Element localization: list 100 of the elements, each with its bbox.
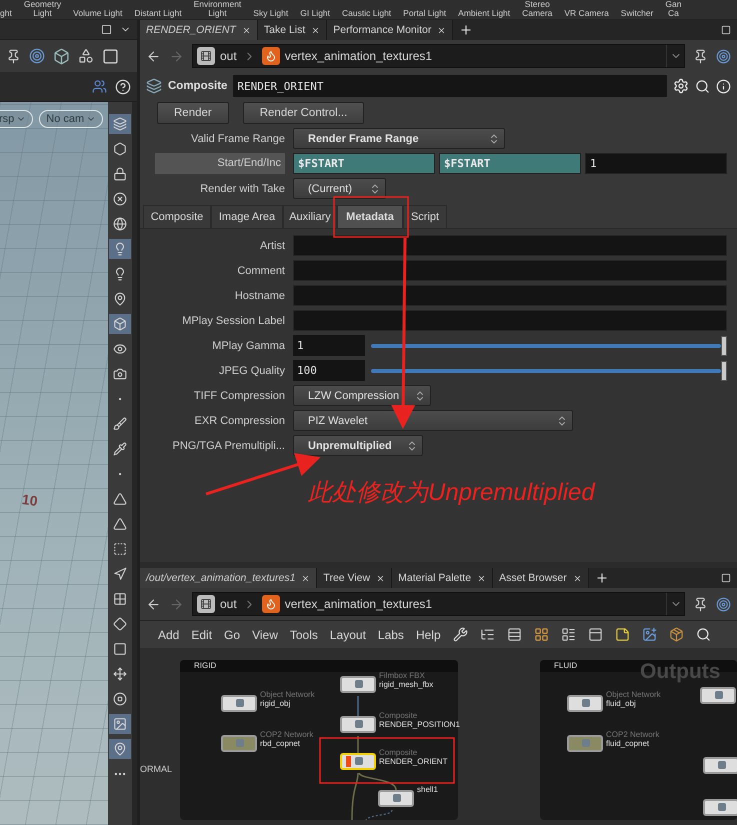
- shelf-tool[interactable]: GI Light: [300, 9, 330, 18]
- shelf-tool[interactable]: Volume Light: [73, 9, 122, 18]
- render-button[interactable]: Render: [157, 102, 229, 124]
- search-icon[interactable]: [696, 627, 711, 642]
- pane-tab[interactable]: Performance Monitor: [327, 20, 454, 40]
- close-icon[interactable]: [376, 574, 386, 582]
- dropdown-menu[interactable]: Render Frame Range: [293, 128, 505, 149]
- pane-tab[interactable]: /out/vertex_animation_textures1: [140, 568, 318, 588]
- tree-icon[interactable]: [480, 627, 495, 642]
- package-icon[interactable]: [668, 627, 684, 642]
- network-canvas[interactable]: [140, 648, 737, 825]
- layers-icon[interactable]: [146, 78, 162, 94]
- square-icon[interactable]: [102, 48, 119, 64]
- text-field[interactable]: [293, 260, 727, 281]
- network-node[interactable]: [703, 799, 737, 816]
- menu-item[interactable]: Tools: [290, 628, 318, 642]
- pane-tab[interactable]: Tree View: [317, 568, 392, 588]
- slider[interactable]: [371, 360, 727, 380]
- menu-item[interactable]: Go: [224, 628, 240, 642]
- settings-icon[interactable]: [673, 78, 689, 94]
- path-segment[interactable]: vertex_animation_textures1: [262, 47, 432, 65]
- node-name-field[interactable]: RENDER_ORIENT: [233, 75, 667, 97]
- pane-tab[interactable]: Material Palette: [392, 568, 494, 588]
- slider-thumb[interactable]: [721, 360, 727, 380]
- network-node[interactable]: [340, 753, 376, 770]
- network-node[interactable]: [221, 735, 257, 752]
- close-icon[interactable]: [572, 574, 582, 582]
- menu-item[interactable]: Labs: [378, 628, 404, 642]
- viewport-tool[interactable]: [109, 714, 131, 734]
- pane-tab[interactable]: Asset Browser: [493, 568, 589, 588]
- input-field[interactable]: 1: [585, 153, 727, 174]
- shelf-tool[interactable]: Distant Light: [134, 9, 182, 18]
- network-node[interactable]: [700, 687, 736, 704]
- shelf-tool[interactable]: Portal Light: [403, 9, 446, 18]
- text-field[interactable]: [293, 285, 727, 306]
- number-field[interactable]: 100: [293, 360, 365, 381]
- section-tab[interactable]: Auxiliary: [283, 205, 337, 228]
- shelf-tool[interactable]: ght: [0, 9, 12, 18]
- info-icon[interactable]: [716, 78, 731, 94]
- sticky-note-icon[interactable]: [614, 627, 630, 642]
- viewport-tool[interactable]: [109, 314, 131, 334]
- rows-icon[interactable]: [506, 627, 522, 642]
- network-node[interactable]: [567, 735, 603, 752]
- section-tab[interactable]: Image Area: [211, 205, 283, 228]
- camera-menu[interactable]: rsp: [0, 110, 34, 128]
- section-tab[interactable]: Metadata: [337, 205, 403, 228]
- camera-menu[interactable]: No cam: [39, 110, 104, 128]
- path-segment[interactable]: out: [197, 47, 237, 65]
- cube-icon[interactable]: [53, 48, 70, 64]
- shelf-tool[interactable]: Sky Light: [253, 9, 288, 18]
- section-tab[interactable]: Composite: [143, 205, 211, 228]
- path-segment[interactable]: out: [197, 595, 237, 613]
- path-field[interactable]: out vertex_animation_textures1: [192, 44, 685, 68]
- square-icon[interactable]: [101, 24, 112, 35]
- users-icon[interactable]: [92, 79, 107, 94]
- image-plus-icon[interactable]: [642, 627, 657, 642]
- menu-item[interactable]: Layout: [330, 628, 366, 642]
- viewport[interactable]: rsp No cam 10: [0, 102, 108, 825]
- close-icon[interactable]: [477, 574, 486, 582]
- number-field[interactable]: 1: [293, 335, 365, 356]
- shelf-tool[interactable]: Stereo Camera: [522, 0, 552, 18]
- shelf-tool[interactable]: Environment Light: [194, 0, 242, 18]
- close-icon[interactable]: [311, 26, 320, 34]
- menu-item[interactable]: Help: [416, 628, 441, 642]
- menu-item[interactable]: Add: [158, 628, 180, 642]
- network-node[interactable]: [340, 716, 376, 733]
- text-field[interactable]: [293, 310, 727, 331]
- dropdown-menu[interactable]: (Current): [293, 178, 386, 199]
- target-icon[interactable]: [29, 48, 45, 64]
- shelf-tool[interactable]: Ambient Light: [458, 9, 510, 18]
- wrench-icon[interactable]: [452, 627, 468, 642]
- pane-tab[interactable]: Take List: [258, 20, 328, 40]
- pin-icon[interactable]: [693, 48, 708, 64]
- menu-item[interactable]: Edit: [191, 628, 212, 642]
- viewport-tool[interactable]: [109, 114, 131, 134]
- close-icon[interactable]: [301, 574, 310, 582]
- render-button[interactable]: Render Control...: [242, 102, 364, 124]
- network-box[interactable]: RIGID Object Network rigid_obj COP2 Network rbd_copnet Filmbox FBX rigid_mesh_fbx Composite RENDER_POSITION1 Composite RENDER_ORIENT shell1: [180, 660, 458, 820]
- panel-icon[interactable]: [588, 627, 603, 642]
- shelf-tool[interactable]: VR Camera: [564, 9, 609, 18]
- path-field[interactable]: out vertex_animation_textures1: [192, 592, 685, 616]
- network-node[interactable]: [221, 695, 257, 712]
- dropdown-menu[interactable]: PIZ Wavelet: [293, 410, 573, 431]
- pane-tab[interactable]: RENDER_ORIENT: [140, 20, 258, 40]
- close-icon[interactable]: [437, 26, 446, 34]
- shelf-tool[interactable]: Gan Ca: [665, 0, 682, 18]
- dropdown-menu[interactable]: LZW Compression: [293, 385, 431, 406]
- network-node[interactable]: [567, 695, 603, 712]
- text-field[interactable]: [293, 235, 727, 256]
- pin-icon[interactable]: [693, 596, 708, 612]
- viewport-tool[interactable]: [109, 739, 131, 759]
- list-icon[interactable]: [560, 627, 576, 642]
- target-icon[interactable]: [716, 596, 731, 612]
- shelf-tool[interactable]: Caustic Light: [342, 9, 392, 18]
- menu-item[interactable]: View: [252, 628, 278, 642]
- shapes-icon[interactable]: [78, 48, 94, 64]
- network-node[interactable]: [340, 676, 376, 693]
- network-node[interactable]: [378, 790, 414, 807]
- input-field[interactable]: $FSTART: [439, 153, 581, 174]
- slider-thumb[interactable]: [721, 336, 727, 356]
